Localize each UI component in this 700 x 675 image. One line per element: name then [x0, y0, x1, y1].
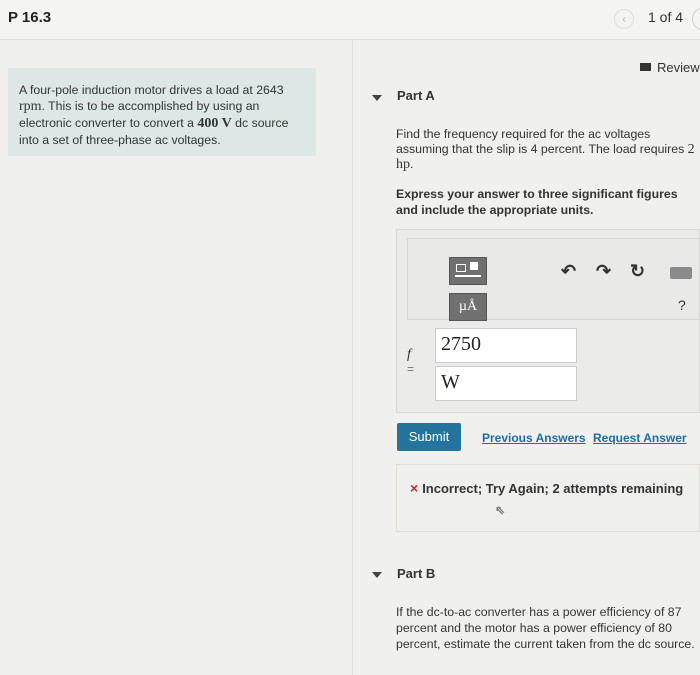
answer-panel: µÅ ↶ ↷ ↻ ? f = 2750 W — [396, 229, 700, 413]
feedback-box: × Incorrect; Try Again; 2 attempts remain… — [396, 464, 700, 532]
pager: 1 of 4 — [648, 9, 684, 25]
problem-statement: A four-pole induction motor drives a loa… — [8, 68, 316, 156]
variable-label: f — [407, 347, 411, 362]
feedback-text: Incorrect; Try Again; 2 attempts remaini… — [422, 481, 684, 496]
part-a-instruction: Express your answer to three significant… — [396, 187, 678, 217]
equals-sign: = — [407, 362, 415, 376]
help-button[interactable]: ? — [678, 297, 686, 313]
units-button[interactable]: µÅ — [449, 293, 487, 321]
part-a-question-end: . — [410, 157, 414, 171]
reset-icon[interactable]: ↻ — [630, 261, 645, 282]
submit-button[interactable]: Submit — [397, 423, 461, 451]
column-divider — [352, 40, 353, 675]
problem-text-1: A four-pole induction motor drives a loa… — [19, 83, 284, 97]
review-link[interactable]: Review — [640, 60, 700, 75]
chevron-left-icon[interactable]: ‹ — [614, 9, 634, 29]
part-b-collapse-icon[interactable] — [372, 572, 382, 578]
request-answer-link[interactable]: Request Answer — [593, 431, 687, 445]
unit-input[interactable]: W — [435, 366, 577, 401]
cursor-icon: ⇖ — [495, 503, 506, 517]
value-input[interactable]: 2750 — [435, 328, 577, 363]
part-a-title[interactable]: Part A — [397, 88, 435, 103]
page-title: P 16.3 — [8, 9, 52, 26]
part-a-question-text: Find the frequency required for the ac v… — [396, 127, 688, 156]
problem-voltage: 400 V — [197, 116, 232, 131]
template-icon[interactable] — [449, 257, 487, 285]
error-icon: × — [410, 480, 419, 496]
problem-unit-rpm: rpm — [19, 99, 42, 114]
previous-answers-link[interactable]: Previous Answers — [482, 431, 586, 445]
review-label: Review — [657, 60, 700, 75]
top-bar: P 16.3 ‹ 1 of 4 — [0, 0, 700, 40]
part-a-question: Find the frequency required for the ac v… — [396, 127, 698, 172]
part-a-collapse-icon[interactable] — [372, 95, 382, 101]
part-b-title[interactable]: Part B — [397, 566, 435, 581]
math-toolbar: µÅ ↶ ↷ ↻ ? — [407, 238, 700, 321]
redo-icon[interactable]: ↷ — [596, 261, 611, 282]
review-icon — [640, 63, 651, 71]
chevron-right-icon[interactable] — [692, 8, 700, 30]
undo-icon[interactable]: ↶ — [561, 261, 576, 282]
keyboard-icon[interactable] — [670, 267, 692, 279]
part-b-question: If the dc-to-ac converter has a power ef… — [396, 605, 695, 651]
